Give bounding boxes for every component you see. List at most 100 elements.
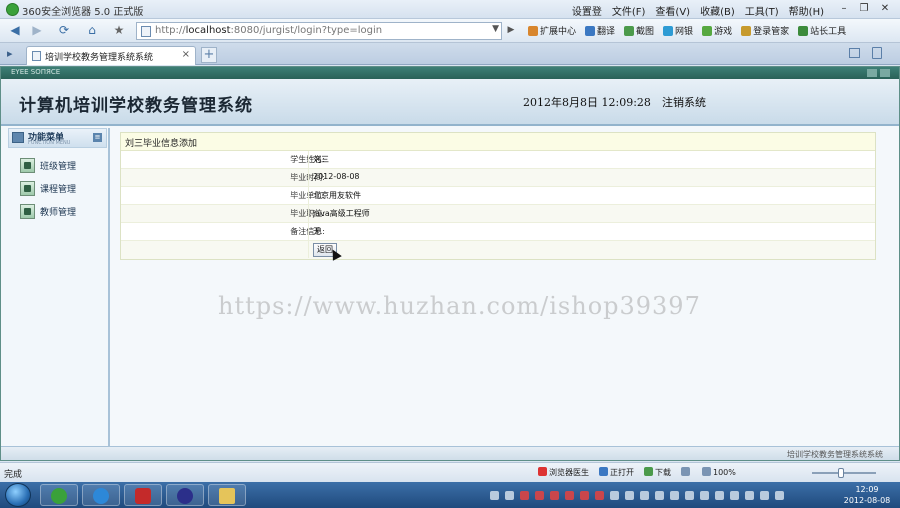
netbank-icon: [663, 25, 674, 36]
translate-icon: [585, 25, 596, 36]
go-icon[interactable]: ▶: [505, 22, 517, 40]
tab-list-icon[interactable]: [849, 48, 860, 58]
teacher-icon: [20, 203, 35, 219]
menu-file[interactable]: 文件(F): [612, 3, 646, 18]
taskbar-eclipse[interactable]: [166, 484, 204, 506]
menu-favorites[interactable]: 收藏(B): [700, 3, 735, 18]
menu-help[interactable]: 帮助(H): [789, 3, 824, 18]
function-menu-header: 功能菜单 FUNCTION MENU ≡: [8, 128, 107, 148]
taskbar-360-browser[interactable]: [40, 484, 78, 506]
translate-button[interactable]: 翻译: [585, 24, 615, 37]
browser-status-bar: 完成 浏览器医生 正打开 下载 100%: [0, 462, 900, 482]
zoom-slider[interactable]: [812, 472, 876, 474]
games-button[interactable]: 游戏: [702, 24, 732, 37]
extension-center-button[interactable]: 扩展中心: [528, 24, 576, 37]
trash-icon[interactable]: [872, 47, 882, 59]
class-icon: [20, 157, 35, 173]
tab-close-icon[interactable]: ×: [182, 49, 190, 60]
login-manager-button[interactable]: 登录管家: [741, 24, 789, 37]
menu-view[interactable]: 查看(V): [655, 3, 690, 18]
form-row-student-name: 学生姓名: 刘三: [121, 151, 875, 169]
zoom-slider-handle[interactable]: [838, 468, 844, 478]
sidebar-item-course-management[interactable]: 课程管理: [20, 179, 106, 197]
netbank-button[interactable]: 网银: [663, 24, 693, 37]
browser-doctor-button[interactable]: 浏览器医生: [538, 467, 589, 478]
menu-collapse-icon[interactable]: ≡: [93, 133, 102, 142]
menu-login[interactable]: 设置登: [572, 3, 602, 18]
app-frame-minimize-icon[interactable]: [867, 69, 877, 77]
tray-icon[interactable]: [715, 490, 724, 500]
taskbar-explorer[interactable]: [208, 484, 246, 506]
tray-icon[interactable]: [625, 490, 634, 500]
home-icon[interactable]: ⌂: [82, 22, 102, 40]
navigation-bar: ◀ ▶ ⟳ ⌂ ★ http://localhost:8080/jurgist/…: [0, 19, 900, 43]
taskbar-clock[interactable]: 12:09 2012-08-08: [838, 484, 896, 506]
taskbar-toolbox[interactable]: [124, 484, 162, 506]
download-button[interactable]: 下载: [644, 467, 671, 478]
minimize-icon[interactable]: –: [835, 2, 853, 16]
forward-icon[interactable]: ▶: [28, 22, 46, 40]
tray-icon[interactable]: [610, 490, 619, 500]
taskbar-ie[interactable]: [82, 484, 120, 506]
url-dropdown-icon[interactable]: ▼: [492, 24, 499, 34]
clock-time: 12:09: [855, 485, 879, 494]
tray-icon[interactable]: [565, 490, 574, 500]
speaker-button[interactable]: [681, 467, 692, 478]
divider: [308, 169, 309, 186]
app-frame-bar: ЕҮЕЕ ЅОПЯСЕ: [1, 67, 899, 79]
tray-icon[interactable]: [580, 490, 589, 500]
app-frame-close-icon[interactable]: [880, 69, 890, 77]
tray-icon[interactable]: [730, 490, 739, 500]
start-button[interactable]: [5, 483, 31, 507]
tray-icon[interactable]: [550, 490, 559, 500]
tray-icon[interactable]: [655, 490, 664, 500]
clock-date: 2012-08-08: [843, 496, 891, 505]
menu-tools[interactable]: 工具(T): [745, 3, 779, 18]
refresh-icon[interactable]: ⟳: [55, 22, 73, 40]
tray-icon[interactable]: [670, 490, 679, 500]
tray-icon[interactable]: [505, 490, 514, 500]
restore-icon[interactable]: ❐: [855, 2, 873, 16]
windows-taskbar: 12:09 2012-08-08: [0, 482, 900, 508]
tray-icon[interactable]: [520, 490, 529, 500]
form-title-bar: 刘三毕业信息添加: [121, 133, 875, 151]
tray-icon[interactable]: [490, 490, 499, 500]
field-value: java高级工程师: [313, 209, 370, 218]
app-frame-label: ЕҮЕЕ ЅОПЯСЕ: [11, 68, 61, 76]
divider: [308, 241, 309, 258]
webmaster-tools-button[interactable]: 站长工具: [798, 24, 846, 37]
tray-icon[interactable]: [535, 490, 544, 500]
browser-title: 360安全浏览器 5.0 正式版: [22, 7, 144, 18]
page-icon: [141, 26, 151, 37]
tray-icon[interactable]: [595, 490, 604, 500]
course-icon: [20, 180, 35, 196]
footer-text: 培训学校教务管理系统系统: [787, 450, 883, 459]
toolbox-icon: [135, 488, 151, 504]
menu-icon: [12, 132, 24, 143]
tray-icon[interactable]: [745, 490, 754, 500]
url-text[interactable]: http://localhost:8080/jurgist/login?type…: [155, 25, 382, 36]
tray-icon[interactable]: [700, 490, 709, 500]
sidebar-item-class-management[interactable]: 班级管理: [20, 156, 106, 174]
tray-icon[interactable]: [640, 490, 649, 500]
divider: [308, 187, 309, 204]
form-row-graduation-company: 毕业单位: 北京用友软件: [121, 187, 875, 205]
close-window-icon[interactable]: ✕: [876, 2, 894, 16]
field-value: 刘三: [313, 155, 329, 164]
tray-icon[interactable]: [685, 490, 694, 500]
opening-button[interactable]: 正打开: [599, 467, 634, 478]
tray-icon[interactable]: [760, 490, 769, 500]
zoom-level[interactable]: 100%: [702, 467, 736, 478]
new-tab-button[interactable]: +: [201, 47, 217, 63]
back-icon[interactable]: ◀: [6, 22, 24, 40]
favorite-star-icon[interactable]: ★: [110, 22, 128, 40]
tab-active[interactable]: 培训学校教务管理系统系统 ×: [26, 46, 196, 65]
tray-icon[interactable]: [775, 490, 784, 500]
logout-link[interactable]: 注销系统: [662, 94, 706, 110]
sidebar-item-teacher-management[interactable]: 教师管理: [20, 202, 106, 220]
zoom-icon: [702, 467, 711, 476]
screenshot-button[interactable]: 截图: [624, 24, 654, 37]
sidebar-toggle-icon[interactable]: ▸: [7, 47, 13, 60]
address-bar[interactable]: http://localhost:8080/jurgist/login?type…: [136, 22, 502, 40]
screenshot-icon: [624, 25, 635, 36]
